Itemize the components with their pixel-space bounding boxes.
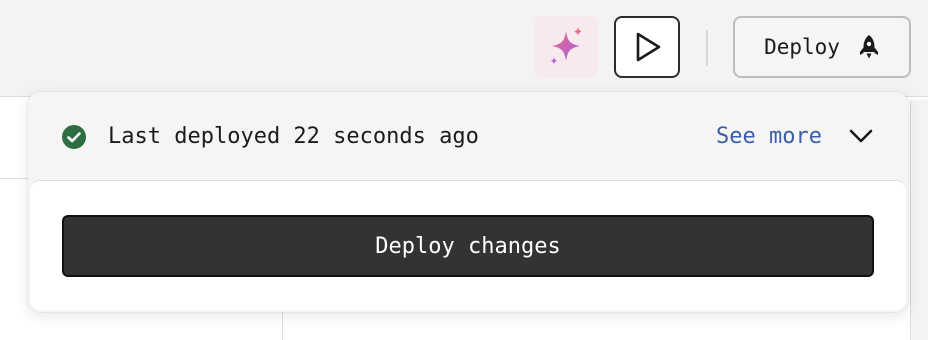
see-more-link[interactable]: See more (716, 122, 822, 152)
right-pane-edge (910, 100, 928, 340)
app-window: Deploy Last deployed 22 seconds ago See … (0, 0, 928, 340)
rocket-icon (859, 35, 878, 59)
deploy-button-label: Deploy (764, 35, 840, 59)
check-circle-icon (62, 125, 86, 149)
play-icon (636, 32, 661, 62)
deploy-status-row: Last deployed 22 seconds ago See more (28, 92, 908, 180)
sparkles-icon (550, 27, 582, 65)
run-button[interactable] (614, 16, 680, 78)
toolbar-divider (706, 30, 708, 66)
ai-assistant-button[interactable] (534, 16, 598, 78)
deploy-changes-button[interactable]: Deploy changes (62, 215, 874, 277)
deploy-button[interactable]: Deploy (733, 16, 911, 78)
deploy-popover: Last deployed 22 seconds ago See more De… (28, 92, 908, 312)
chevron-down-icon[interactable] (848, 126, 874, 146)
deploy-popover-body: Deploy changes (30, 180, 906, 310)
last-deployed-text: Last deployed 22 seconds ago (108, 124, 479, 149)
